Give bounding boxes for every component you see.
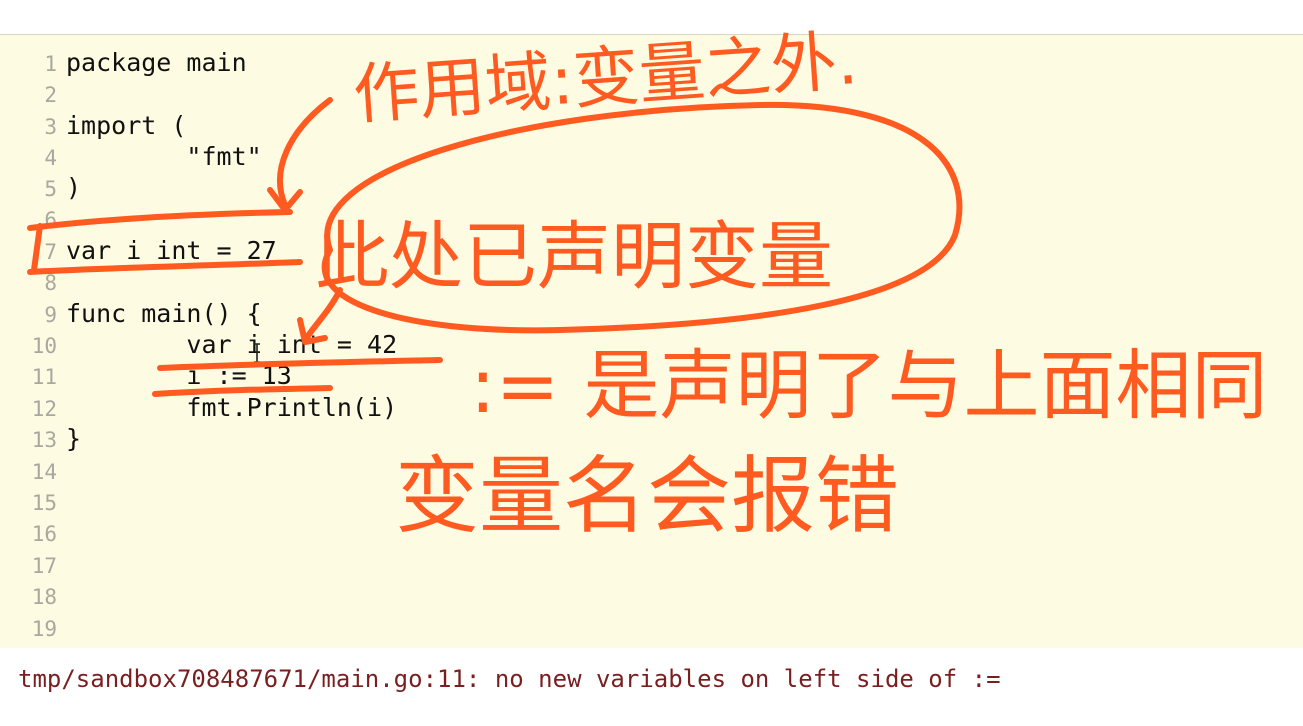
- line-number: 4: [44, 146, 57, 170]
- code-line: 10 var i int = 42: [0, 329, 397, 360]
- line-number: 19: [31, 617, 57, 641]
- line-number: 6: [44, 208, 57, 232]
- code-line: 6: [0, 203, 66, 234]
- code-line: 8: [0, 266, 66, 297]
- code-text: fmt.Println(i): [66, 393, 398, 422]
- code-line: 12 fmt.Println(i): [0, 392, 397, 423]
- line-number: 14: [31, 460, 57, 484]
- line-number: 10: [31, 334, 57, 358]
- code-text: }: [66, 424, 82, 453]
- line-number: 11: [31, 365, 57, 389]
- line-number: 9: [44, 303, 57, 327]
- code-text: var i int = 27: [66, 236, 277, 265]
- code-text: ): [66, 173, 82, 202]
- code-text: var i int = 42: [66, 330, 398, 359]
- code-line: 13}: [0, 423, 81, 454]
- code-line: 4 "fmt": [0, 141, 262, 172]
- code-line: 14: [0, 455, 66, 486]
- compile-error-message: tmp/sandbox708487671/main.go:11: no new …: [18, 665, 1001, 693]
- top-strip: [0, 0, 1303, 34]
- line-number: 15: [31, 491, 57, 515]
- output-panel: tmp/sandbox708487671/main.go:11: no new …: [0, 648, 1303, 726]
- code-line: 19: [0, 612, 66, 643]
- code-text: i := 13: [66, 361, 292, 390]
- code-line: 17: [0, 549, 66, 580]
- line-number: 16: [31, 522, 57, 546]
- line-number: 5: [44, 177, 57, 201]
- code-line: 18: [0, 580, 66, 611]
- code-line: 3 import (: [0, 110, 186, 141]
- code-text: "fmt": [66, 142, 262, 171]
- line-number: 13: [31, 428, 57, 452]
- code-line: 5): [0, 172, 81, 203]
- code-line: 2: [0, 78, 66, 109]
- line-number: 3: [44, 115, 57, 139]
- line-number: 7: [44, 240, 57, 264]
- line-number: 17: [31, 554, 57, 578]
- code-line: 16: [0, 517, 66, 548]
- code-line: 7 var i int = 27: [0, 235, 277, 266]
- line-number: 12: [31, 397, 57, 421]
- code-text: import (: [66, 111, 187, 140]
- code-text: func main() {: [66, 299, 262, 328]
- line-number: 8: [44, 271, 57, 295]
- code-line: 15: [0, 486, 66, 517]
- code-line: 11 i := 13: [0, 360, 292, 391]
- code-line: 9 func main() {: [0, 298, 262, 329]
- code-line: 1 package main: [0, 47, 247, 78]
- text-cursor-icon: [254, 343, 260, 363]
- code-text: package main: [66, 48, 247, 77]
- line-number: 1: [44, 52, 57, 76]
- line-number: 18: [31, 585, 57, 609]
- code-editor[interactable]: 1 package main 2 3 import ( 4 "fmt" 5) 6 7…: [0, 34, 1303, 648]
- line-number: 2: [44, 83, 57, 107]
